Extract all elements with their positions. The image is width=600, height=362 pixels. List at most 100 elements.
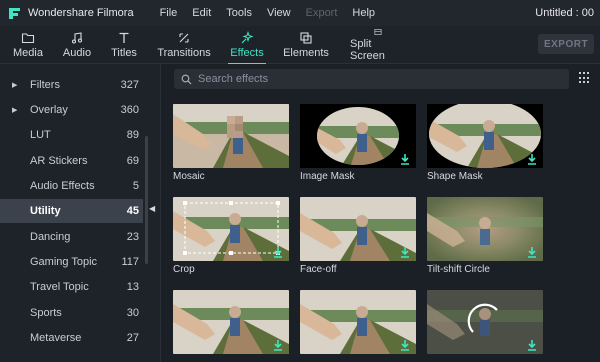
sidebar-item-dancing[interactable]: Dancing 23 <box>0 225 143 249</box>
tab-split-screen[interactable]: Split Screen <box>350 28 406 62</box>
sidebar-item-count: 23 <box>126 231 139 243</box>
sidebar-item-filters[interactable]: ▶ Filters 327 <box>0 73 143 97</box>
sidebar-scrollbar[interactable] <box>145 136 148 264</box>
sidebar-item-label: Audio Effects <box>30 180 95 192</box>
project-title: Untitled : 00 <box>535 7 594 19</box>
sidebar-item-lut[interactable]: LUT 89 <box>0 123 143 147</box>
effect-preview-image <box>300 290 416 354</box>
effect-thumbnail[interactable] <box>300 104 416 168</box>
sidebar-item-overlay[interactable]: ▶ Overlay 360 <box>0 98 143 122</box>
text-t-icon <box>119 32 129 43</box>
effect-thumbnail[interactable] <box>427 290 543 354</box>
sidebar-item-label: Sports <box>30 307 62 319</box>
effect-label: Mosaic <box>173 171 205 182</box>
effect-tile-face-off[interactable]: Face-off <box>300 197 416 275</box>
menu-file[interactable]: File <box>160 7 178 19</box>
effect-label: Face-off <box>300 264 337 275</box>
search-bar <box>174 69 569 89</box>
effect-thumbnail[interactable] <box>427 197 543 261</box>
effect-preview-image <box>173 197 289 261</box>
collapse-sidebar-icon[interactable]: ◀ <box>149 204 155 213</box>
sidebar-item-count: 30 <box>126 307 139 319</box>
effects-library: Mosaic Image Mask <box>162 64 600 362</box>
sidebar-item-count: 69 <box>126 155 139 167</box>
effect-tile-mosaic[interactable]: Mosaic <box>173 104 289 182</box>
sidebar-item-sports[interactable]: Sports 30 <box>0 301 143 325</box>
export-button[interactable]: EXPORT <box>538 34 594 54</box>
sparkle-icon <box>241 31 254 44</box>
effect-label: Crop <box>173 264 195 275</box>
tab-effects-label: Effects <box>230 47 264 59</box>
effect-thumbnail[interactable] <box>427 104 543 168</box>
sidebar-item-count: 13 <box>126 281 139 293</box>
sidebar-item-count: 89 <box>126 129 139 141</box>
download-icon[interactable] <box>527 153 537 165</box>
sidebar-item-gaming-topic[interactable]: Gaming Topic 117 <box>0 250 143 274</box>
folder-icon <box>21 33 35 44</box>
sidebar-item-count: 27 <box>126 332 139 344</box>
tab-transitions-label: Transitions <box>157 47 211 59</box>
effect-preview-image <box>427 197 543 261</box>
tab-titles[interactable]: Titles <box>108 28 140 62</box>
tab-audio[interactable]: Audio <box>60 28 94 62</box>
effect-thumbnail[interactable] <box>173 197 289 261</box>
sidebar-item-label: Filters <box>30 79 60 91</box>
app-title: Wondershare Filmora <box>28 7 134 19</box>
effect-thumbnail[interactable] <box>173 290 289 354</box>
effect-preview-image <box>427 104 543 168</box>
sidebar-item-label: Travel Topic <box>30 281 89 293</box>
sidebar-item-utility[interactable]: Utility 45 <box>0 199 143 223</box>
search-icon <box>181 74 192 84</box>
effect-thumbnail[interactable] <box>173 104 289 168</box>
download-icon[interactable] <box>400 246 410 258</box>
menu-tools[interactable]: Tools <box>226 7 252 19</box>
download-icon[interactable] <box>527 339 537 351</box>
effect-tile-shape-mask[interactable]: Shape Mask <box>427 104 543 182</box>
elements-icon <box>300 32 312 44</box>
effect-preview-image <box>300 104 416 168</box>
effect-tile[interactable] <box>427 290 543 354</box>
download-icon[interactable] <box>273 246 283 258</box>
tab-media[interactable]: Media <box>10 28 46 62</box>
menu-edit[interactable]: Edit <box>192 7 211 19</box>
effect-tile-tilt-shift-circle[interactable]: Tilt-shift Circle <box>427 197 543 275</box>
effect-preview-image <box>300 197 416 261</box>
grid-view-icon[interactable] <box>579 72 591 84</box>
effect-label: Image Mask <box>300 171 355 182</box>
sidebar-item-label: AR Stickers <box>30 155 88 167</box>
download-icon[interactable] <box>527 246 537 258</box>
sidebar-item-count: 45 <box>126 205 139 217</box>
effect-tile-image-mask[interactable]: Image Mask <box>300 104 416 182</box>
sidebar-item-label: Utility <box>30 205 61 217</box>
tab-transitions[interactable]: Transitions <box>157 28 211 62</box>
sidebar-item-ar-stickers[interactable]: AR Stickers 69 <box>0 149 143 173</box>
menu-bar: File Edit Tools View Export Help <box>160 7 390 19</box>
tab-elements[interactable]: Elements <box>283 28 329 62</box>
sidebar-item-audio-effects[interactable]: Audio Effects 5 <box>0 174 143 198</box>
tab-effects[interactable]: Effects <box>226 28 268 65</box>
menu-view[interactable]: View <box>267 7 291 19</box>
search-input[interactable] <box>198 73 558 85</box>
menu-export[interactable]: Export <box>306 7 338 19</box>
effect-tile[interactable] <box>300 290 416 354</box>
sidebar-item-count: 5 <box>132 180 139 192</box>
music-note-icon <box>71 32 83 44</box>
effect-tile-crop[interactable]: Crop <box>173 197 289 275</box>
menu-help[interactable]: Help <box>352 7 375 19</box>
tab-audio-label: Audio <box>62 47 92 59</box>
download-icon[interactable] <box>400 339 410 351</box>
download-icon[interactable] <box>273 339 283 351</box>
expand-caret-icon[interactable]: ▶ <box>12 81 17 89</box>
sidebar-item-metaverse[interactable]: Metaverse 27 <box>0 326 143 350</box>
effects-category-sidebar: ▶ Filters 327 ▶ Overlay 360 LUT 89 AR St… <box>0 64 161 362</box>
sidebar-item-label: Dancing <box>30 231 71 243</box>
sidebar-item-travel-topic[interactable]: Travel Topic 13 <box>0 275 143 299</box>
effect-thumbnail[interactable] <box>300 197 416 261</box>
title-bar: Wondershare Filmora File Edit Tools View… <box>0 0 600 26</box>
download-icon[interactable] <box>400 153 410 165</box>
tab-elements-label: Elements <box>283 47 329 59</box>
sidebar-item-label: Metaverse <box>30 332 82 344</box>
expand-caret-icon[interactable]: ▶ <box>12 106 17 114</box>
effect-thumbnail[interactable] <box>300 290 416 354</box>
effect-tile[interactable] <box>173 290 289 354</box>
